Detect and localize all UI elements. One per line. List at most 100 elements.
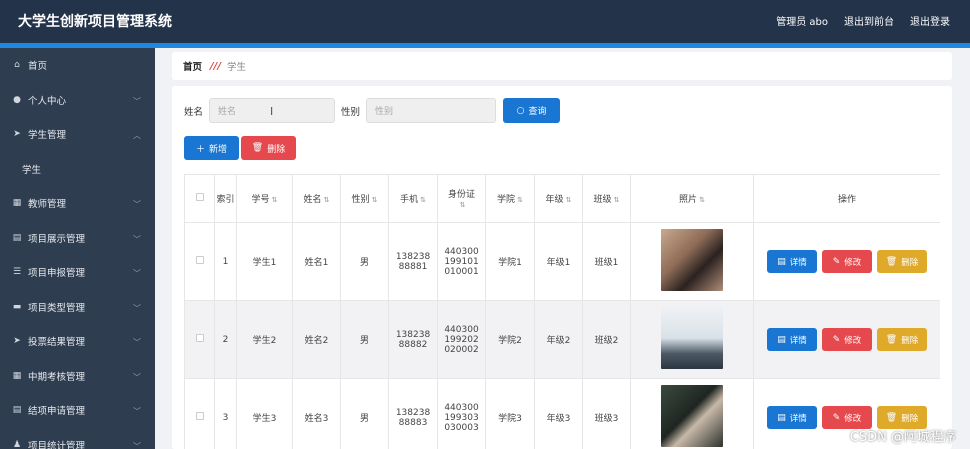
id-part: 010001 — [444, 266, 479, 277]
sidebar-item-completion-application[interactable]: ▤ 结项申请管理 ﹀ — [0, 393, 155, 428]
row-checkbox[interactable] — [195, 412, 204, 420]
gender-search-input[interactable]: 性别 — [366, 98, 497, 123]
sidebar-item-home[interactable]: ⌂ 首页 — [0, 48, 155, 83]
col-id-card[interactable]: 身份证 ⇅ — [437, 174, 486, 223]
sidebar-item-midterm-review[interactable]: ▦ 中期考核管理 ﹀ — [0, 359, 155, 394]
sidebar-subitem-student[interactable]: 学生 — [0, 152, 155, 187]
cell-student-no: 学生2 — [236, 300, 293, 379]
delete-button[interactable]: 🗑 删除 — [877, 250, 927, 273]
query-button[interactable]: ○ 查询 — [503, 98, 561, 123]
cell-phone: 138238 88882 — [388, 300, 438, 379]
gender-label: 性别 — [341, 106, 361, 118]
detail-button[interactable]: ▤ 详情 — [767, 406, 817, 429]
student-photo[interactable] — [661, 307, 723, 369]
table-row: 3 学生3 姓名3 男 138238 88883 440300 199303 0300… — [184, 378, 940, 449]
student-photo[interactable] — [661, 385, 723, 447]
header-label: 学院 — [497, 195, 516, 205]
sort-icon: ⇅ — [371, 196, 378, 204]
breadcrumb-current: 学生 — [226, 62, 246, 73]
cell-phone: 138238 88883 — [388, 378, 438, 449]
phone-part: 88882 — [398, 339, 428, 350]
phone-part: 138238 — [395, 251, 431, 262]
detail-label: 详情 — [789, 413, 807, 424]
detail-button[interactable]: ▤ 详情 — [767, 328, 817, 351]
col-college[interactable]: 学院 ⇅ — [485, 174, 535, 223]
table-header-row: 索引 学号 ⇅ 姓名 ⇅ 性别 ⇅ 手机 ⇅ 身份证 ⇅ 学院 ⇅ 年级 ⇅ 班级 ⇅ 照片 ⇅ … — [184, 174, 940, 223]
exit-to-frontend-link[interactable]: 退出到前台 — [844, 13, 894, 28]
sidebar-item-project-showcase[interactable]: ▤ 项目展示管理 ﹀ — [0, 221, 155, 256]
sidebar-item-label: 投票结果管理 — [28, 337, 86, 349]
logout-link[interactable]: 退出登录 — [910, 13, 950, 28]
pencil-icon: ✎ — [832, 412, 841, 423]
delete-label: 删除 — [901, 257, 919, 268]
col-grade[interactable]: 年级 ⇅ — [534, 174, 583, 223]
batch-delete-button[interactable]: 🗑 删除 — [241, 136, 296, 160]
col-gender[interactable]: 性别 ⇅ — [340, 174, 389, 223]
top-navbar: 大学生创新项目管理系统 管理员 abo 退出到前台 退出登录 — [0, 0, 970, 43]
search-form: 姓名 姓名 I 性别 性别 ○ 查询 — [184, 98, 561, 123]
sidebar-item-project-type[interactable]: ▬ 项目类型管理 ﹀ — [0, 290, 155, 325]
sidebar-item-label: 项目申报管理 — [28, 268, 86, 280]
plus-icon: ＋ — [195, 144, 205, 155]
name-placeholder: 姓名 — [218, 107, 237, 117]
id-part: 440300 — [444, 324, 479, 335]
sidebar-item-personal-center[interactable]: ● 个人中心 ﹀ — [0, 83, 155, 118]
phone-part: 88883 — [398, 417, 428, 428]
watermark: CSDN @阿城程序 — [849, 430, 956, 445]
header-label: 手机 — [400, 195, 419, 205]
cell-gender: 男 — [340, 222, 389, 301]
name-label: 姓名 — [184, 106, 204, 118]
select-all-checkbox[interactable] — [195, 193, 204, 201]
cell-ops: ▤ 详情 ✎ 修改 🗑 删除 — [753, 300, 940, 379]
admin-user-label[interactable]: 管理员 abo — [776, 13, 828, 28]
phone-part: 138238 — [395, 407, 431, 418]
add-button[interactable]: ＋ 新增 — [184, 136, 239, 160]
select-all-header[interactable] — [184, 174, 215, 223]
col-student-no[interactable]: 学号 ⇅ — [236, 174, 293, 223]
sidebar-item-vote-results[interactable]: ➤ 投票结果管理 ﹀ — [0, 324, 155, 359]
pencil-icon: ✎ — [832, 334, 841, 345]
cell-index: 2 — [214, 300, 237, 379]
cell-photo — [630, 378, 754, 449]
sidebar-item-label: 项目类型管理 — [28, 302, 86, 314]
edit-button[interactable]: ✎ 修改 — [822, 328, 872, 351]
detail-button[interactable]: ▤ 详情 — [767, 250, 817, 273]
sort-icon: ⇅ — [699, 196, 705, 204]
header-label: 操作 — [837, 195, 856, 205]
col-class[interactable]: 班级 ⇅ — [582, 174, 631, 223]
cell-student-no: 学生1 — [236, 222, 293, 301]
delete-button[interactable]: 🗑 删除 — [877, 328, 927, 351]
gender-placeholder: 性别 — [375, 107, 394, 117]
main-content: 首页 /// 学生 姓名 姓名 I 性别 性别 ○ 查询 ＋ 新增 🗑 删除 索… — [155, 48, 970, 449]
delete-label: 删除 — [901, 335, 919, 346]
header-label: 索引 — [216, 195, 235, 205]
send-icon: ➤ — [13, 336, 21, 347]
header-label: 学号 — [251, 195, 270, 205]
col-name[interactable]: 姓名 ⇅ — [292, 174, 341, 223]
trash-icon: 🗑 — [885, 256, 898, 267]
edit-label: 修改 — [844, 335, 862, 346]
sidebar-item-student-management[interactable]: ➤ 学生管理 ︿ — [0, 117, 155, 152]
sidebar-item-teacher-management[interactable]: ▦ 教师管理 ﹀ — [0, 186, 155, 221]
sidebar-item-project-statistics[interactable]: ♟ 项目统计管理 ﹀ — [0, 428, 155, 449]
phone-part: 88881 — [398, 261, 428, 272]
cell-index: 1 — [214, 222, 237, 301]
edit-button[interactable]: ✎ 修改 — [822, 250, 872, 273]
row-checkbox[interactable] — [195, 334, 204, 342]
name-search-input[interactable]: 姓名 I — [209, 98, 336, 123]
cell-index: 3 — [214, 378, 237, 449]
search-icon: ○ — [516, 105, 525, 116]
cell-id-card: 440300 199303 030003 — [437, 378, 486, 449]
monitor-icon: ▬ — [12, 301, 22, 312]
col-photo[interactable]: 照片 ⇅ — [630, 174, 754, 223]
col-phone[interactable]: 手机 ⇅ — [388, 174, 438, 223]
breadcrumb-home[interactable]: 首页 — [183, 59, 202, 73]
student-photo[interactable] — [661, 229, 723, 291]
sidebar-item-label: 学生 — [22, 164, 42, 176]
sidebar-item-project-application[interactable]: ☰ 项目申报管理 ﹀ — [0, 255, 155, 290]
row-checkbox[interactable] — [195, 256, 204, 264]
delete-button-label: 删除 — [267, 144, 286, 155]
header-label: 年级 — [545, 195, 564, 205]
edit-label: 修改 — [844, 413, 862, 424]
cell-student-no: 学生3 — [236, 378, 293, 449]
